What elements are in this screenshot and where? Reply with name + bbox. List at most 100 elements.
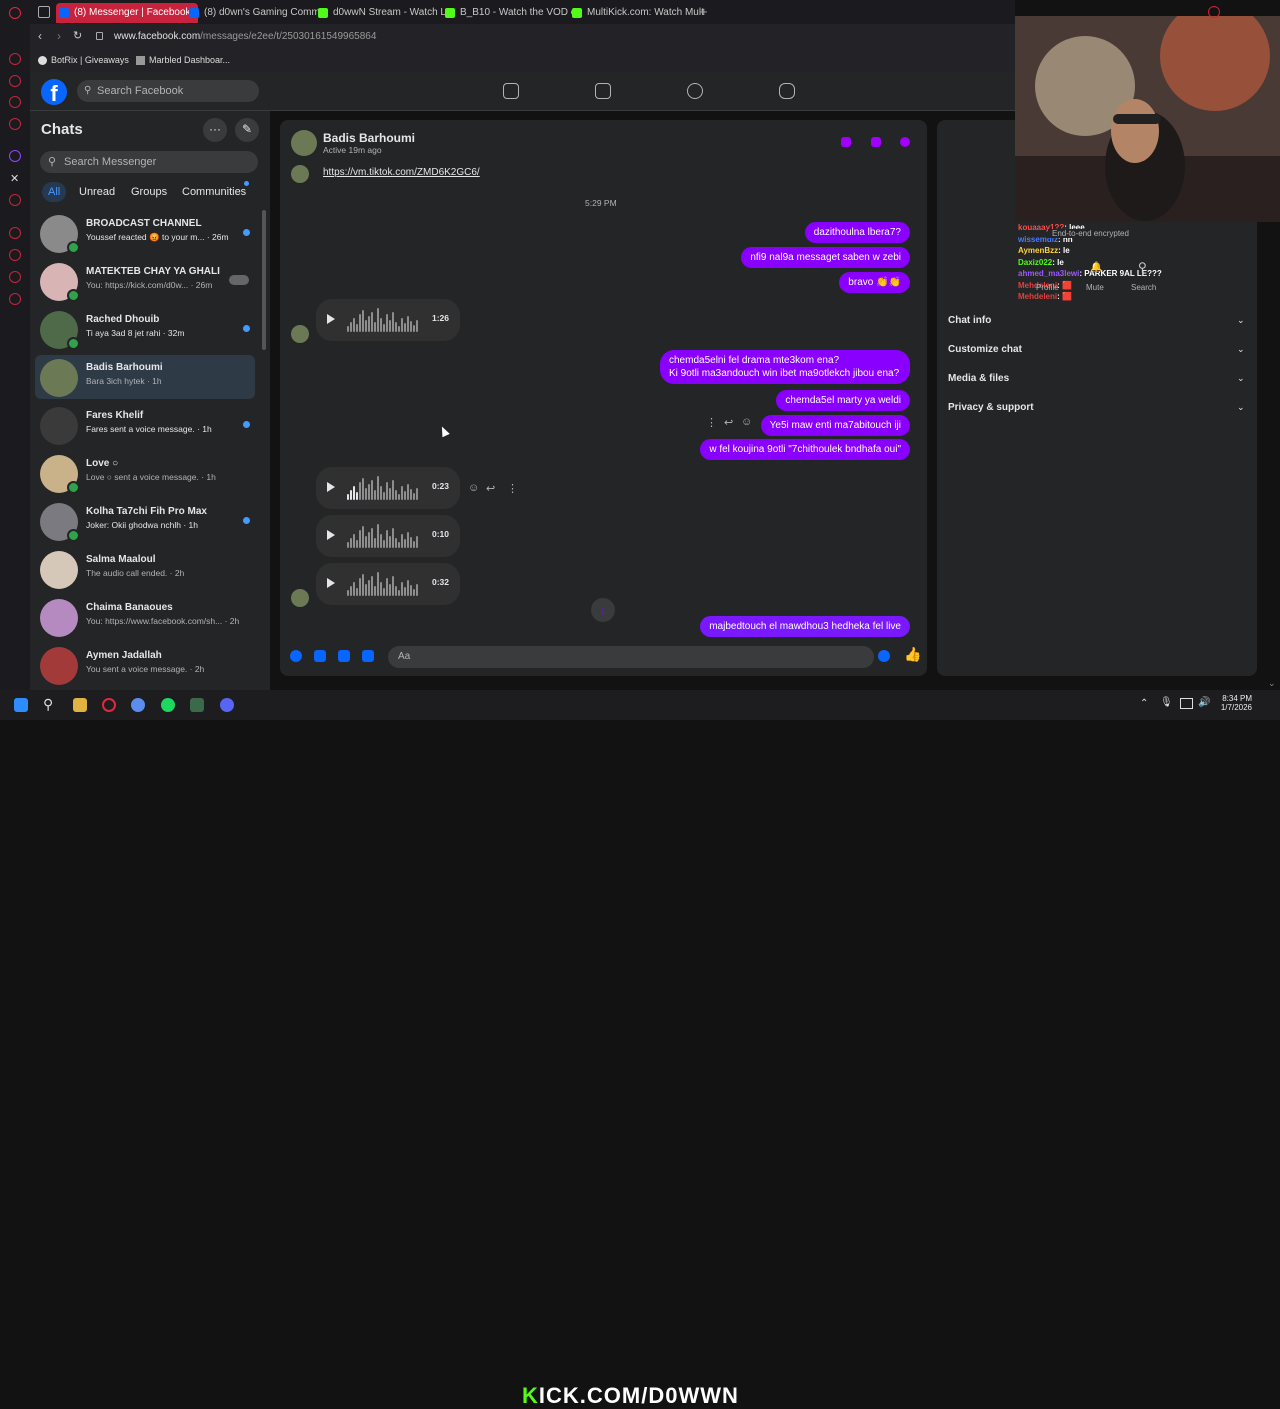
- sidebar-youtube-icon[interactable]: [9, 194, 21, 206]
- customize-chat-section[interactable]: Customize chat: [948, 344, 1022, 355]
- outgoing-message[interactable]: chemda5elni fel drama mte3kom ena? Ki 9o…: [660, 350, 910, 384]
- opera-logo-icon[interactable]: [9, 7, 21, 19]
- back-icon[interactable]: ‹: [38, 29, 42, 43]
- windows-start-icon[interactable]: [14, 698, 28, 712]
- filter-unread[interactable]: Unread: [73, 182, 121, 202]
- facebook-search-input[interactable]: ⚲ Search Facebook: [77, 80, 259, 102]
- gaming-icon[interactable]: [779, 83, 795, 99]
- discord-icon[interactable]: [220, 698, 234, 712]
- message-input[interactable]: Aa: [388, 646, 874, 668]
- bell-icon[interactable]: 🔔: [1090, 262, 1102, 273]
- search-icon[interactable]: ⚲: [43, 696, 53, 713]
- voice-message[interactable]: 0:23: [316, 467, 460, 509]
- tab-menu-icon[interactable]: [38, 6, 50, 18]
- mute-action[interactable]: Mute: [1086, 283, 1104, 292]
- sidebar-messenger-icon[interactable]: [9, 75, 21, 87]
- facebook-logo-icon[interactable]: f: [41, 79, 67, 106]
- url-field[interactable]: www.facebook.com/messages/e2ee/t/2503016…: [114, 31, 376, 42]
- microphone-icon[interactable]: 🎙: [1160, 697, 1173, 708]
- profile-action[interactable]: Profile: [1036, 283, 1059, 292]
- volume-icon[interactable]: 🔊: [1198, 697, 1210, 708]
- chat-item-love[interactable]: Love ○ Love ○ sent a voice message. · 1h: [35, 451, 255, 495]
- reload-icon[interactable]: ↻: [73, 29, 82, 42]
- outgoing-message[interactable]: dazithoulna lbera7?: [804, 222, 910, 243]
- microphone-icon[interactable]: [290, 650, 302, 662]
- outgoing-message[interactable]: nfi9 nal9a messaget saben w zebi: [741, 247, 910, 268]
- sidebar-bookmarks-icon[interactable]: [9, 249, 21, 261]
- gif-icon[interactable]: [362, 650, 374, 662]
- chat-item-kolha-ta7chi[interactable]: Kolha Ta7chi Fih Pro Max Joker: Okii gho…: [35, 499, 255, 543]
- thumbs-up-icon[interactable]: 👍: [904, 646, 921, 663]
- video-call-icon[interactable]: [871, 137, 881, 147]
- sidebar-player-icon[interactable]: [9, 118, 21, 130]
- outgoing-message[interactable]: bravo 👏👏: [839, 272, 910, 293]
- chat-options-button[interactable]: ···: [203, 118, 227, 142]
- xbox-icon[interactable]: [190, 698, 204, 712]
- chat-item-rached-dhouib[interactable]: Rached Dhouib Ti aya 3ad 8 jet rahi · 32…: [35, 307, 255, 351]
- emoji-icon[interactable]: [878, 650, 890, 662]
- tab-messenger[interactable]: (8) Messenger | Facebook: [56, 3, 198, 23]
- sidebar-history-icon[interactable]: [9, 227, 21, 239]
- chat-item-chaima-banaoues[interactable]: Chaima Banaoues You: https://www.faceboo…: [35, 595, 255, 639]
- sidebar-twitch-icon[interactable]: [9, 150, 21, 162]
- tiktok-link[interactable]: https://vm.tiktok.com/ZMD6K2GC6/: [323, 167, 480, 178]
- conversation-scrollbar[interactable]: [916, 160, 920, 250]
- app-icon[interactable]: [131, 698, 145, 712]
- video-icon[interactable]: [595, 83, 611, 99]
- media-files-section[interactable]: Media & files: [948, 373, 1009, 384]
- play-icon[interactable]: [327, 530, 335, 540]
- chat-item-salma-maaloul[interactable]: Salma Maaloul The audio call ended. · 2h: [35, 547, 255, 591]
- chat-item-matekteb[interactable]: MATEKTEB CHAY YA GHALI You: https://kick…: [35, 259, 255, 303]
- groups-icon[interactable]: [687, 83, 703, 99]
- sidebar-x-icon[interactable]: ✕: [10, 172, 19, 185]
- more-options-icon[interactable]: ⋮: [507, 482, 518, 495]
- chat-list-scrollbar[interactable]: [262, 210, 266, 350]
- chat-info-section[interactable]: Chat info: [948, 315, 991, 326]
- messenger-search-input[interactable]: ⚲ Search Messenger: [40, 151, 258, 173]
- sticker-icon[interactable]: [338, 650, 350, 662]
- play-icon[interactable]: [327, 314, 335, 324]
- privacy-support-section[interactable]: Privacy & support: [948, 402, 1034, 413]
- outgoing-message[interactable]: Ye5i maw enti ma7abitouch iji: [760, 415, 910, 436]
- phone-icon[interactable]: [841, 137, 851, 147]
- voice-message[interactable]: 0:10: [316, 515, 460, 557]
- outgoing-message[interactable]: majbedtouch el mawdhou3 hedheka fel live: [700, 616, 910, 637]
- bookmark-botrix[interactable]: BotRix | Giveaways: [51, 55, 129, 65]
- react-icon[interactable]: ☺: [741, 416, 752, 428]
- chevron-down-icon[interactable]: ⌄: [1237, 344, 1245, 355]
- outgoing-message[interactable]: w fel koujina 9otli "7chithoulek bndhafa…: [700, 439, 910, 460]
- network-icon[interactable]: [1180, 698, 1193, 709]
- search-action[interactable]: Search: [1131, 283, 1156, 292]
- clock[interactable]: 8:34 PM 1/7/2026: [1220, 694, 1252, 712]
- conversation-name[interactable]: Badis Barhoumi: [323, 131, 415, 145]
- chat-item-badis-barhoumi[interactable]: Badis Barhoumi Bara 3ich hytek · 1h: [35, 355, 255, 399]
- chat-item-aymen-jadallah[interactable]: Aymen Jadallah You sent a voice message.…: [35, 643, 255, 687]
- chat-item-fares-khelif[interactable]: Fares Khelif Fares sent a voice message.…: [35, 403, 255, 447]
- tab-gaming-community[interactable]: (8) d0wn's Gaming Comm: [186, 3, 324, 23]
- more-options-icon[interactable]: ⋮: [706, 416, 717, 429]
- voice-message[interactable]: 1:26: [316, 299, 460, 341]
- home-icon[interactable]: [503, 83, 519, 99]
- forward-icon[interactable]: ›: [57, 29, 61, 43]
- outgoing-message[interactable]: chemda5el marty ya weldi: [776, 390, 910, 411]
- filter-all[interactable]: All: [42, 182, 67, 202]
- voice-message[interactable]: 0:32: [316, 563, 460, 605]
- tab-b-b10[interactable]: B_B10 - Watch the VOD o: [442, 3, 578, 23]
- sidebar-instagram-icon[interactable]: [9, 96, 21, 108]
- play-icon[interactable]: [327, 482, 335, 492]
- tab-d0wwn-stream[interactable]: d0wwN Stream - Watch L: [315, 3, 451, 23]
- opera-icon[interactable]: [102, 698, 116, 712]
- scroll-down-button[interactable]: ↓: [591, 598, 615, 622]
- scroll-down-arrow-icon[interactable]: ⌄: [1268, 678, 1276, 689]
- spotify-icon[interactable]: [161, 698, 175, 712]
- search-icon[interactable]: ⚲: [1138, 260, 1147, 274]
- file-explorer-icon[interactable]: [73, 698, 87, 712]
- info-icon[interactable]: [900, 137, 910, 147]
- tray-overflow-icon[interactable]: ⌃: [1140, 698, 1148, 709]
- filter-groups[interactable]: Groups: [125, 182, 173, 202]
- new-tab-button[interactable]: +: [700, 4, 708, 19]
- window-control-icon[interactable]: [1208, 6, 1220, 18]
- sidebar-downloads-icon[interactable]: [9, 271, 21, 283]
- reply-icon[interactable]: ↩: [724, 416, 733, 429]
- tab-multikick[interactable]: MultiKick.com: Watch Mult: [569, 3, 707, 23]
